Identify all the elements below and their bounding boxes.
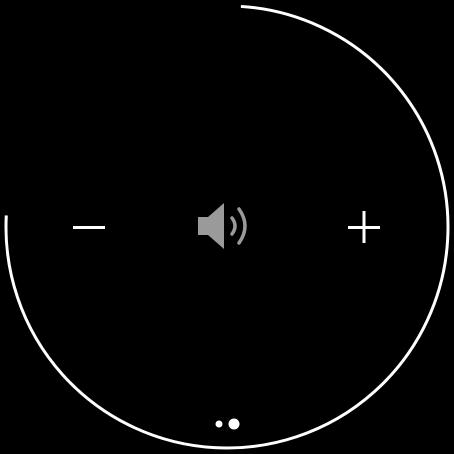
page-indicator: [210, 414, 246, 434]
minus-icon: [73, 226, 105, 229]
page-dot-2[interactable]: [228, 418, 240, 430]
volume-down-button[interactable]: [66, 206, 112, 248]
volume-screen: [0, 0, 454, 454]
speaker-volume-icon: [194, 198, 260, 254]
plus-icon: [348, 211, 380, 243]
volume-up-button[interactable]: [342, 206, 386, 248]
page-dot-1[interactable]: [215, 420, 223, 428]
